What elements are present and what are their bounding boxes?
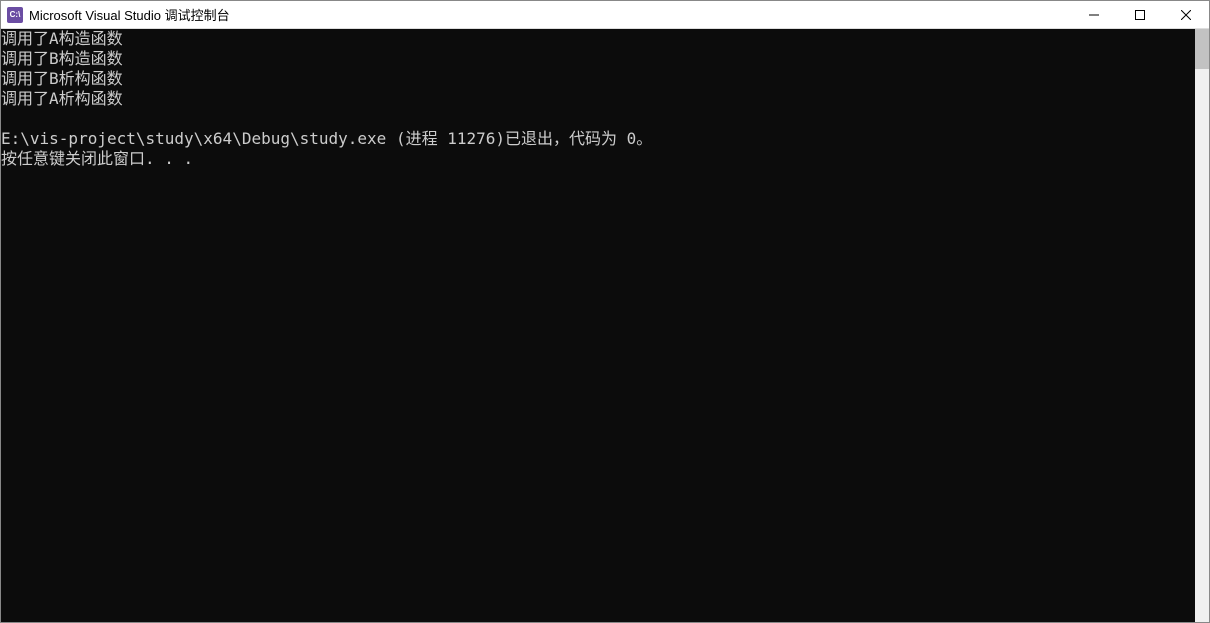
maximize-icon <box>1135 10 1145 20</box>
scrollbar-thumb[interactable] <box>1195 29 1209 69</box>
console-line: 调用了A析构函数 <box>1 89 1195 109</box>
maximize-button[interactable] <box>1117 1 1163 28</box>
console-line: 调用了B构造函数 <box>1 49 1195 69</box>
close-icon <box>1181 10 1191 20</box>
app-icon: C:\ <box>7 7 23 23</box>
console-line: 按任意键关闭此窗口. . . <box>1 149 1195 169</box>
app-icon-text: C:\ <box>10 10 21 19</box>
console-window: C:\ Microsoft Visual Studio 调试控制台 调用了A构造… <box>0 0 1210 623</box>
console-line: 调用了A构造函数 <box>1 29 1195 49</box>
minimize-button[interactable] <box>1071 1 1117 28</box>
console-line <box>1 109 1195 129</box>
scrollbar[interactable] <box>1195 29 1209 622</box>
window-controls <box>1071 1 1209 28</box>
window-title: Microsoft Visual Studio 调试控制台 <box>29 5 1071 24</box>
console-line: E:\vis-project\study\x64\Debug\study.exe… <box>1 129 1195 149</box>
console-output[interactable]: 调用了A构造函数调用了B构造函数调用了B析构函数调用了A析构函数 E:\vis-p… <box>1 29 1195 622</box>
console-line: 调用了B析构函数 <box>1 69 1195 89</box>
close-button[interactable] <box>1163 1 1209 28</box>
console-area: 调用了A构造函数调用了B构造函数调用了B析构函数调用了A析构函数 E:\vis-p… <box>1 29 1209 622</box>
titlebar[interactable]: C:\ Microsoft Visual Studio 调试控制台 <box>1 1 1209 29</box>
minimize-icon <box>1089 10 1099 20</box>
